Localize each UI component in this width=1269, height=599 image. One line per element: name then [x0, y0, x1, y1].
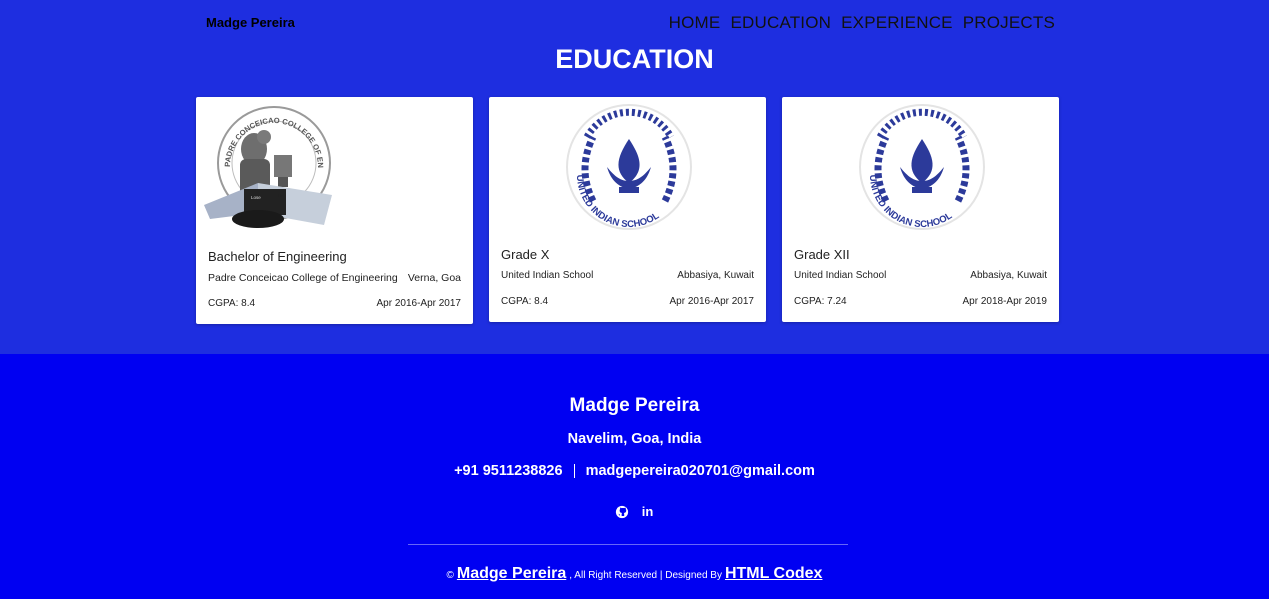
- designer-link[interactable]: HTML Codex: [725, 565, 822, 583]
- card-school: United Indian School: [501, 270, 594, 281]
- school-logo-icon: UNITED INDIAN SCHOOL: [859, 104, 985, 230]
- card-grade: CGPA: 8.4: [208, 298, 256, 309]
- linkedin-icon[interactable]: in: [641, 505, 655, 519]
- card-school-row: Padre Conceicao College of Engineering V…: [208, 272, 461, 284]
- nav-education[interactable]: EDUCATION: [730, 13, 831, 33]
- card-degree: Bachelor of Engineering: [208, 249, 347, 264]
- footer-divider: [408, 544, 848, 545]
- nav-experience[interactable]: EXPERIENCE: [841, 13, 953, 33]
- card-school-row: United Indian School Abbasiya, Kuwait: [794, 270, 1047, 281]
- card-school: Padre Conceicao College of Engineering: [208, 272, 398, 284]
- copyright-text: , All Right Reserved | Designed By: [569, 570, 722, 581]
- card-grade-row: CGPA: 8.4 Apr 2016-Apr 2017: [501, 296, 754, 307]
- card-period: Apr 2016-Apr 2017: [376, 298, 461, 309]
- brand-name[interactable]: Madge Pereira: [206, 15, 295, 30]
- card-degree: Grade X: [501, 247, 550, 262]
- copyright-symbol: ©: [446, 570, 454, 581]
- svg-text:Lose: Lose: [251, 195, 261, 200]
- footer-location: Navelim, Goa, India: [567, 431, 702, 447]
- college-logo-icon: PADRE CONCEICAO COLLEGE OF ENGINEERING L…: [193, 90, 334, 235]
- footer-email[interactable]: madgepereira020701@gmail.com: [586, 463, 815, 479]
- card-grade: CGPA: 8.4: [501, 296, 549, 307]
- card-period: Apr 2018-Apr 2019: [962, 296, 1047, 307]
- card-grade-row: CGPA: 7.24 Apr 2018-Apr 2019: [794, 296, 1047, 307]
- school-logo: UNITED INDIAN SCHOOL: [782, 97, 1059, 237]
- school-logo-icon: UNITED INDIAN SCHOOL: [566, 104, 692, 230]
- college-logo: PADRE CONCEICAO COLLEGE OF ENGINEERING L…: [193, 90, 473, 237]
- card-school: United Indian School: [794, 270, 887, 281]
- contact-divider: [573, 464, 575, 478]
- nav-home[interactable]: HOME: [669, 13, 721, 33]
- top-nav: HOME EDUCATION EXPERIENCE PROJECTS: [669, 13, 1055, 33]
- section-title: EDUCATION: [555, 44, 714, 74]
- card-location: Abbasiya, Kuwait: [970, 270, 1047, 281]
- footer: Madge Pereira Navelim, Goa, India +91 95…: [0, 354, 1269, 599]
- footer-phone[interactable]: +91 9511238826: [454, 463, 562, 479]
- card-grade-row: CGPA: 8.4 Apr 2016-Apr 2017: [208, 298, 461, 309]
- main-section: Madge Pereira HOME EDUCATION EXPERIENCE …: [0, 0, 1269, 354]
- copyright-name-link[interactable]: Madge Pereira: [457, 565, 566, 583]
- github-icon[interactable]: [615, 505, 629, 519]
- footer-contact: +91 9511238826 madgepereira020701@gmail.…: [0, 463, 1269, 479]
- card-grade: CGPA: 7.24: [794, 296, 847, 307]
- card-location: Verna, Goa: [407, 272, 461, 284]
- education-card-grade-x: UNITED INDIAN SCHOOL Grade X United Indi…: [489, 97, 766, 322]
- nav-projects[interactable]: PROJECTS: [963, 13, 1055, 33]
- education-card-grade-xii: UNITED INDIAN SCHOOL Grade XII United In…: [782, 97, 1059, 322]
- school-logo: UNITED INDIAN SCHOOL: [489, 97, 766, 237]
- card-location: Abbasiya, Kuwait: [677, 270, 754, 281]
- card-degree: Grade XII: [794, 247, 850, 262]
- social-links: in: [0, 505, 1269, 519]
- education-card-engineering: PADRE CONCEICAO COLLEGE OF ENGINEERING L…: [193, 90, 473, 324]
- card-period: Apr 2016-Apr 2017: [669, 296, 754, 307]
- copyright: © Madge Pereira , All Right Reserved | D…: [0, 565, 1269, 583]
- card-school-row: United Indian School Abbasiya, Kuwait: [501, 270, 754, 281]
- footer-name: Madge Pereira: [569, 395, 700, 416]
- svg-text:Be: Be: [278, 193, 284, 198]
